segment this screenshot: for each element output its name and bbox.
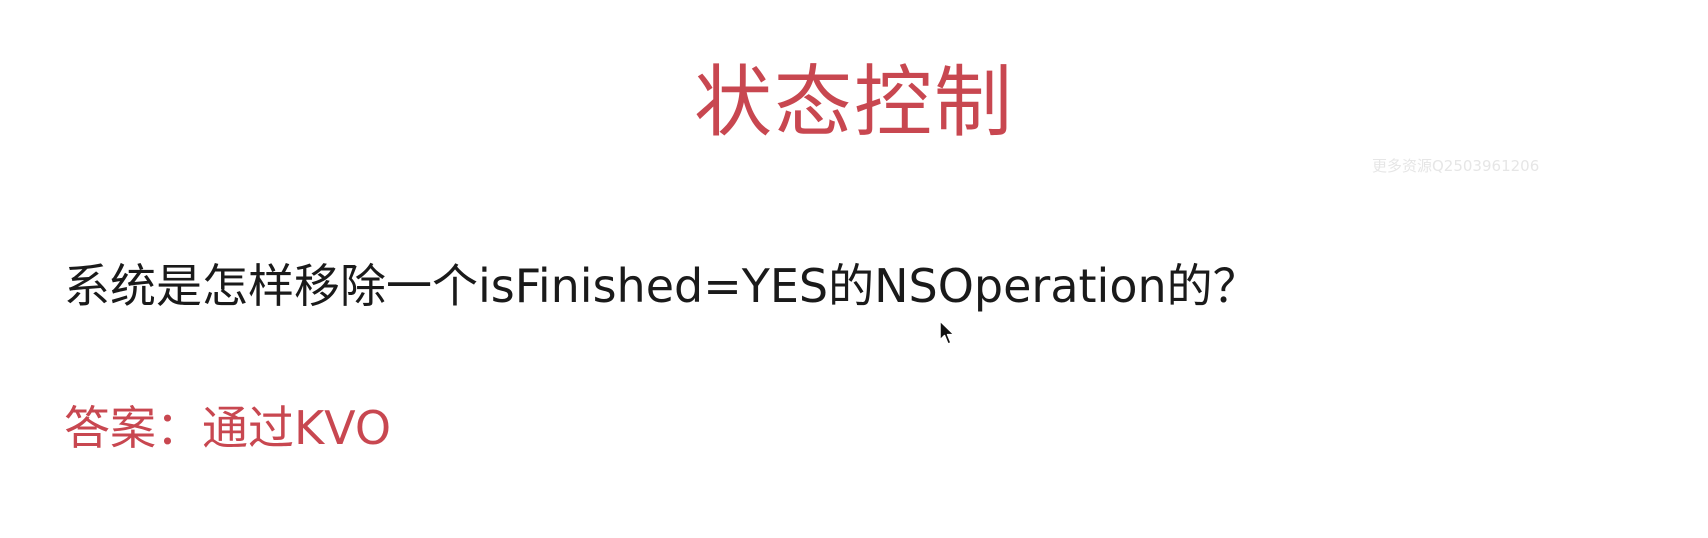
slide-title: 状态控制: [693, 58, 1014, 148]
mouse-pointer-icon: [939, 320, 955, 345]
watermark: 更多资源Q2503961206: [1372, 157, 1540, 175]
question-text: 系统是怎样移除一个isFinished=YES的NSOperation的？: [64, 259, 1259, 313]
answer-text: 答案：通过KVO: [64, 401, 392, 455]
slide: 状态控制 更多资源Q2503961206 系统是怎样移除一个isFinished…: [0, 0, 1708, 538]
